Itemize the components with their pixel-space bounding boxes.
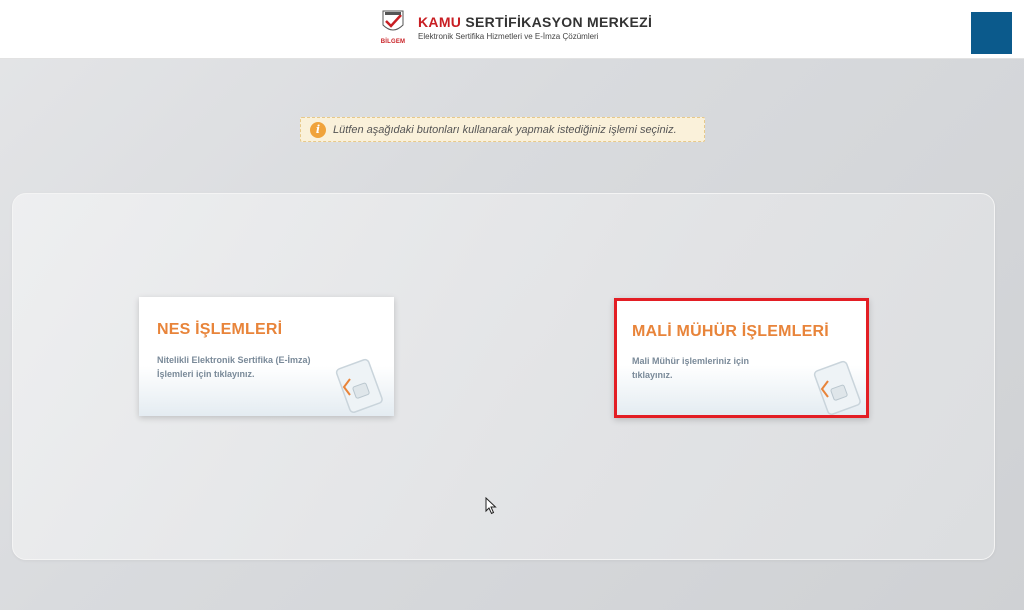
card-description-line1: Mali Mühür işlemleriniz için — [632, 356, 750, 366]
instruction-notice: i Lütfen aşağıdaki butonları kullanarak … — [300, 117, 705, 142]
brand-title: KAMU SERTİFİKASYON MERKEZİ — [418, 14, 652, 30]
card-title: MALİ MÜHÜR İŞLEMLERİ — [632, 323, 829, 340]
brand-title-rest: SERTİFİKASYON MERKEZİ — [465, 14, 653, 30]
mali-muhur-islemleri-button[interactable]: MALİ MÜHÜR İŞLEMLERİ Mali Mühür işlemler… — [614, 298, 869, 418]
smart-card-icon — [813, 360, 861, 415]
corner-menu-button[interactable] — [971, 12, 1012, 54]
brand-title-kamu: KAMU — [418, 14, 462, 30]
card-description-line2: İşlemleri için tıklayınız. — [157, 369, 255, 379]
card-description: Mali Mühür işlemleriniz için tıklayınız. — [632, 354, 749, 382]
notice-text: Lütfen aşağıdaki butonları kullanarak ya… — [333, 124, 677, 136]
info-icon: i — [310, 122, 326, 138]
mouse-cursor-icon — [485, 497, 497, 515]
header: BİLGEM KAMU SERTİFİKASYON MERKEZİ Elektr… — [0, 0, 1024, 59]
card-description: Nitelikli Elektronik Sertifika (E-İmza) … — [157, 353, 311, 381]
card-title: NES İŞLEMLERİ — [157, 321, 283, 338]
emblem-icon — [382, 10, 404, 31]
emblem-label: BİLGEM — [380, 39, 406, 45]
tubitak-bilgem-logo[interactable]: BİLGEM — [378, 9, 408, 49]
card-description-line1: Nitelikli Elektronik Sertifika (E-İmza) — [157, 355, 311, 365]
nes-islemleri-button[interactable]: NES İŞLEMLERİ Nitelikli Elektronik Serti… — [139, 297, 394, 416]
brand-subtitle: Elektronik Sertifika Hizmetleri ve E-İmz… — [418, 32, 599, 41]
smart-card-icon — [335, 358, 383, 413]
card-description-line2: tıklayınız. — [632, 370, 673, 380]
